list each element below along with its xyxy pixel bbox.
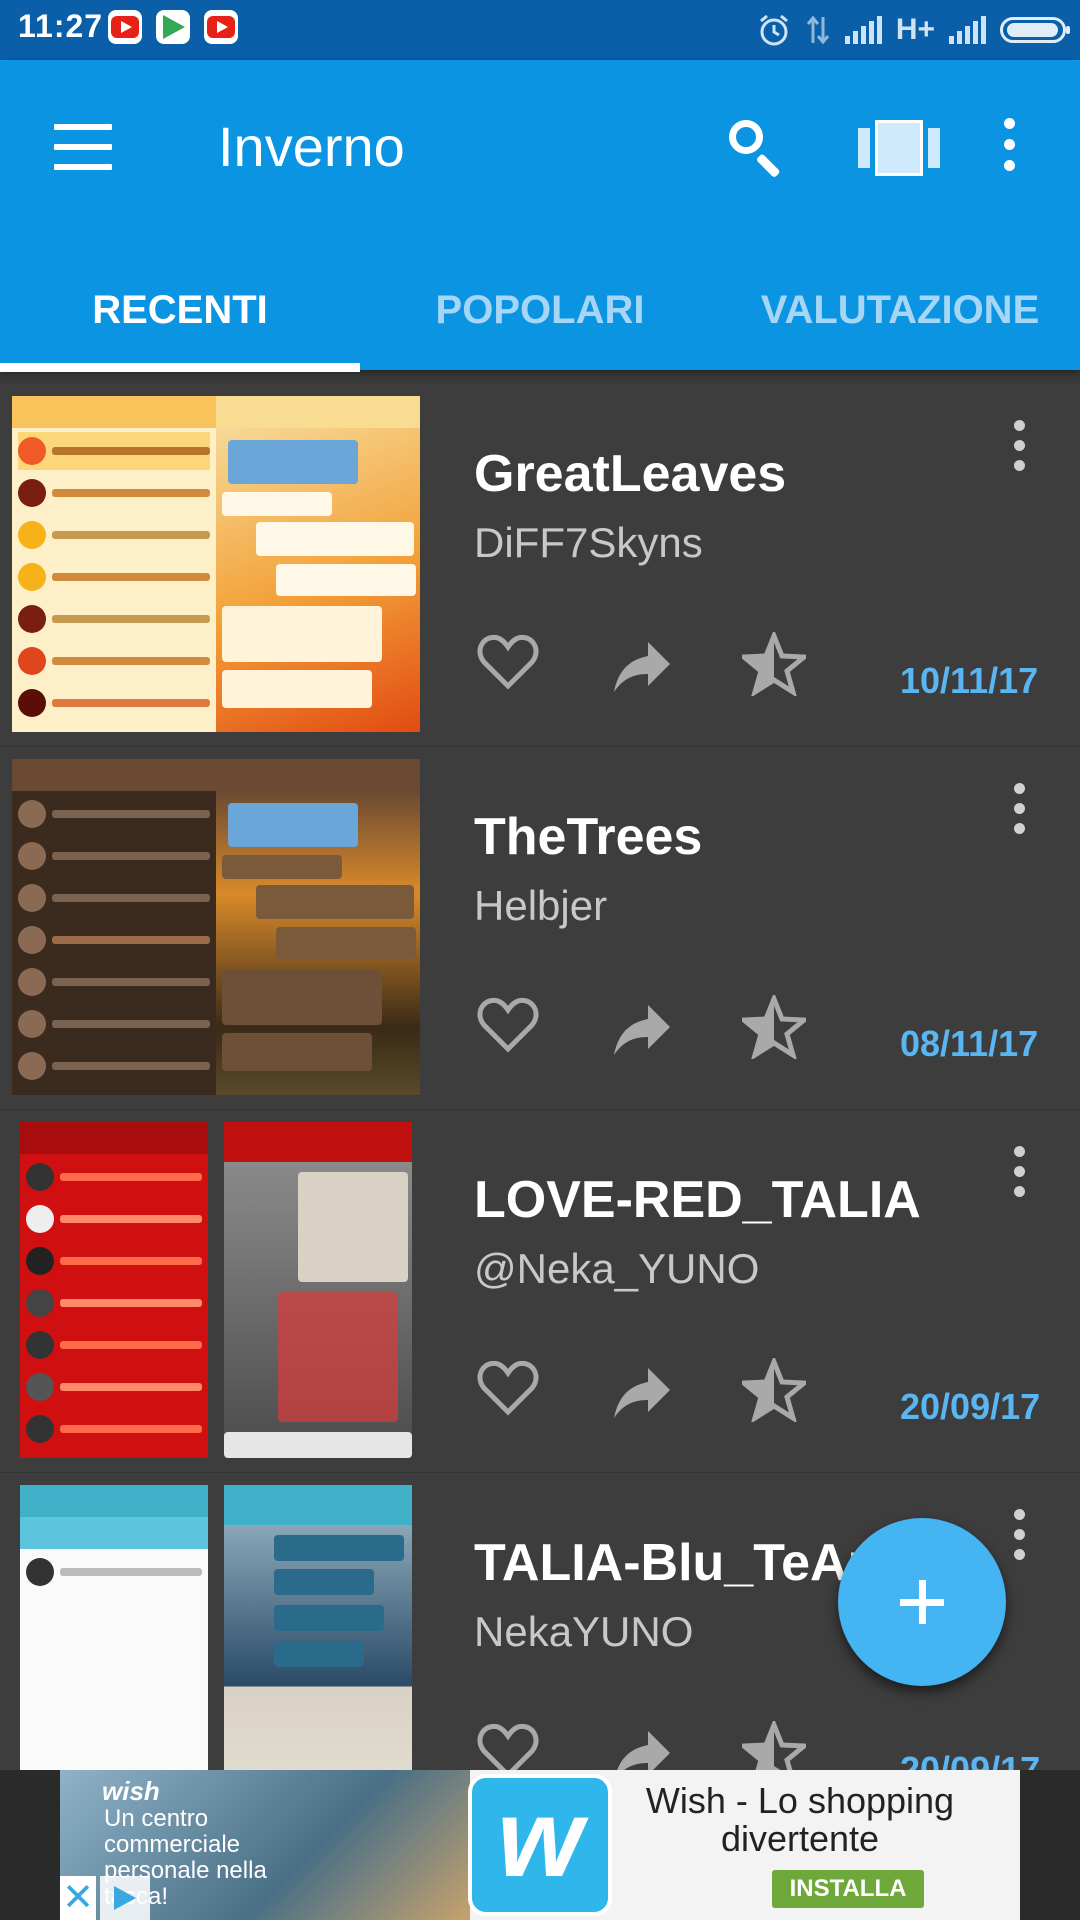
more-vert-icon[interactable] [1010, 1146, 1028, 1206]
ad-brand: wish [102, 1776, 160, 1806]
network-type: H+ [895, 13, 935, 46]
youtube-icon [204, 10, 238, 44]
theme-author: NekaYUNO [474, 1608, 694, 1655]
more-vert-icon[interactable] [1010, 420, 1028, 480]
heart-icon[interactable] [476, 993, 540, 1057]
tab-popolari[interactable]: POPOLARI [360, 270, 720, 370]
close-icon[interactable]: ✕ [60, 1876, 96, 1920]
share-icon[interactable] [610, 1360, 674, 1424]
theme-name: TALIA-Blu_TeAm [474, 1534, 894, 1592]
theme-author: DiFF7Skyns [474, 519, 703, 566]
ad-title[interactable]: Wish - Lo shopping divertente [635, 1782, 965, 1858]
app-bar: Inverno RECENTI POPOLARI VALUTAZIONE [0, 60, 1080, 372]
signal-icon [844, 16, 882, 44]
theme-card[interactable]: TheTrees Helbjer 08/11/17 [0, 747, 1080, 1111]
heart-icon[interactable] [476, 1356, 540, 1420]
star-icon[interactable] [742, 1358, 806, 1422]
more-vert-icon[interactable] [1010, 783, 1028, 843]
theme-preview-image[interactable] [12, 396, 420, 732]
data-transfer-icon [806, 15, 829, 45]
theme-preview-image[interactable] [12, 1122, 420, 1458]
theme-author: Helbjer [474, 882, 608, 929]
install-button[interactable]: INSTALLA [772, 1870, 924, 1908]
star-icon[interactable] [742, 995, 806, 1059]
share-icon[interactable] [610, 997, 674, 1061]
play-store-icon [156, 10, 190, 44]
theme-card[interactable]: LOVE-RED_TALIA @Neka_YUNO 20/09/17 [0, 1110, 1080, 1474]
ad-choices-icon[interactable] [100, 1876, 150, 1920]
alarm-icon [759, 14, 788, 46]
search-icon[interactable] [725, 116, 787, 179]
theme-date: 20/09/17 [900, 1386, 1041, 1427]
star-icon[interactable] [742, 632, 806, 696]
theme-preview-image[interactable] [12, 759, 420, 1095]
theme-date: 10/11/17 [900, 660, 1039, 701]
more-vert-icon[interactable] [1010, 1509, 1028, 1569]
theme-name: GreatLeaves [474, 445, 787, 503]
menu-icon[interactable] [54, 124, 112, 174]
add-theme-button[interactable] [838, 1518, 1006, 1686]
share-icon[interactable] [610, 634, 674, 698]
battery-icon [1000, 17, 1070, 43]
signal-icon [949, 16, 986, 44]
youtube-icon [108, 10, 142, 44]
tab-valutazione[interactable]: VALUTAZIONE [720, 270, 1080, 370]
theme-author: @Neka_YUNO [474, 1245, 760, 1292]
tab-bar: RECENTI POPOLARI VALUTAZIONE [0, 270, 1080, 370]
status-time: 11:27 [18, 8, 104, 44]
view-carousel-icon[interactable] [858, 120, 940, 176]
tab-recenti[interactable]: RECENTI [0, 270, 360, 370]
wish-logo-icon[interactable]: w [468, 1774, 612, 1916]
ad-banner[interactable]: wish Un centro commerciale personale nel… [0, 1770, 1080, 1920]
page-title: Inverno [218, 115, 405, 178]
status-bar: 11:27 H+ [0, 0, 1080, 60]
more-vert-icon[interactable] [998, 118, 1020, 178]
theme-date: 08/11/17 [900, 1023, 1039, 1064]
theme-name: LOVE-RED_TALIA [474, 1171, 921, 1229]
theme-card[interactable]: GreatLeaves DiFF7Skyns 10/11/17 [0, 384, 1080, 748]
status-icons: H+ [757, 8, 1070, 52]
theme-name: TheTrees [474, 808, 703, 866]
tab-indicator [0, 363, 360, 372]
heart-icon[interactable] [476, 630, 540, 694]
